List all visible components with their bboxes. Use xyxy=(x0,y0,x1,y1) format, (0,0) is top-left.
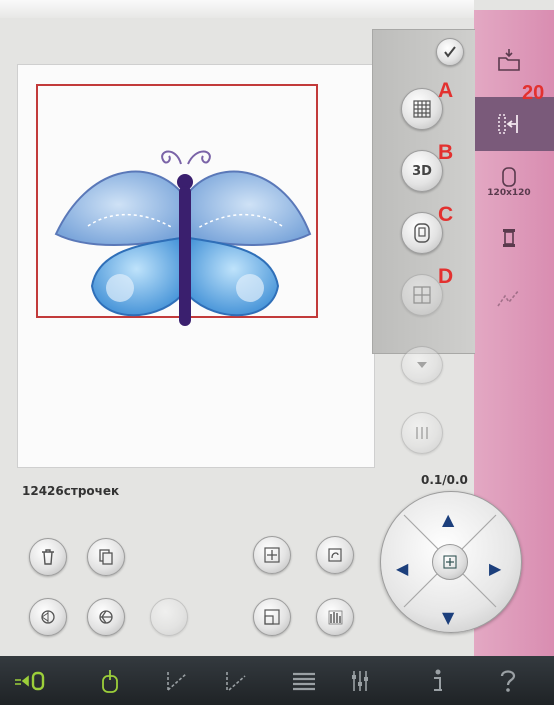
bottom-taskbar xyxy=(0,656,554,705)
mirror-side-button[interactable] xyxy=(29,598,67,636)
center-position-button[interactable] xyxy=(432,544,468,580)
callout-a: A xyxy=(438,79,454,102)
settings-button[interactable] xyxy=(340,662,380,700)
chevron-down-icon xyxy=(417,362,427,368)
stitch-edit-icon xyxy=(484,274,534,322)
scale-button[interactable] xyxy=(253,598,291,636)
info-button[interactable] xyxy=(418,662,458,700)
mirror-end-button[interactable] xyxy=(87,598,125,636)
stitch-adjust-button[interactable] xyxy=(401,412,443,454)
help-button[interactable] xyxy=(488,662,528,700)
copy-icon xyxy=(99,549,113,565)
top-strip xyxy=(0,0,474,18)
stitch-count-label: 12426строчек xyxy=(22,484,120,498)
rotate-button[interactable] xyxy=(316,536,354,574)
embroidery-mode-icon xyxy=(15,671,45,691)
help-question-icon xyxy=(500,670,516,692)
move-button[interactable] xyxy=(253,536,291,574)
center-icon xyxy=(443,555,457,569)
info-icon xyxy=(434,669,442,691)
embroidery-mode-button[interactable] xyxy=(10,662,50,700)
zoom-value: 0.1/0.0 xyxy=(421,473,468,487)
hoop-size-button[interactable]: 120x120 xyxy=(484,158,534,206)
stitch-adjust-icon xyxy=(416,427,428,439)
arrow-right-button[interactable]: ▶ xyxy=(489,561,501,577)
trash-icon xyxy=(42,549,54,565)
program-list-icon xyxy=(293,672,315,691)
hoop-outline-toggle-button[interactable] xyxy=(401,212,443,254)
arrow-left-button[interactable]: ◀ xyxy=(396,561,408,577)
embroidery-stitchout-button[interactable] xyxy=(90,662,130,700)
mirror-end-icon xyxy=(99,610,113,624)
settings-sliders-icon xyxy=(352,671,368,691)
mirror-side-icon xyxy=(41,610,55,624)
stitch-edit-icon xyxy=(226,672,246,691)
hoop-machine-icon xyxy=(102,670,118,693)
butterfly-design[interactable] xyxy=(48,146,314,336)
disabled-tool-button xyxy=(150,598,188,636)
3d-view-button[interactable]: 3D xyxy=(401,150,443,192)
hoop-position-icon[interactable] xyxy=(484,100,534,148)
confirm-checkmark-button[interactable] xyxy=(436,38,464,66)
program-button[interactable] xyxy=(284,662,324,700)
background-grid-icon xyxy=(413,286,431,304)
callout-d: D xyxy=(438,265,454,288)
thread-spool-icon[interactable] xyxy=(484,214,534,262)
open-folder-icon[interactable] xyxy=(484,36,534,84)
scroll-down-button[interactable] xyxy=(401,346,443,384)
arrow-down-button[interactable]: ▼ xyxy=(442,610,454,626)
callout-number: 20 xyxy=(522,82,545,104)
grid-icon xyxy=(413,100,431,118)
copy-button[interactable] xyxy=(87,538,125,576)
scale-icon xyxy=(264,609,280,625)
move-icon xyxy=(264,547,280,563)
checkmark-icon xyxy=(444,46,456,58)
arrow-up-button[interactable]: ▲ xyxy=(442,512,454,528)
background-grid-button[interactable] xyxy=(401,274,443,316)
grid-toggle-button[interactable] xyxy=(401,88,443,130)
delete-button[interactable] xyxy=(29,538,67,576)
hand-icon xyxy=(328,610,343,625)
rotate-icon xyxy=(328,548,342,562)
hoop-icon xyxy=(502,167,516,187)
hoop-outline-icon xyxy=(414,223,430,243)
stitch-creator-icon xyxy=(167,672,187,691)
hoop-size-label: 120x120 xyxy=(487,188,531,198)
callout-b: B xyxy=(438,141,454,164)
pan-button[interactable] xyxy=(316,598,354,636)
stitch-creator-button[interactable] xyxy=(157,662,197,700)
stitch-edit-button[interactable] xyxy=(216,662,256,700)
3d-label: 3D xyxy=(412,163,432,179)
callout-c: C xyxy=(438,203,454,226)
